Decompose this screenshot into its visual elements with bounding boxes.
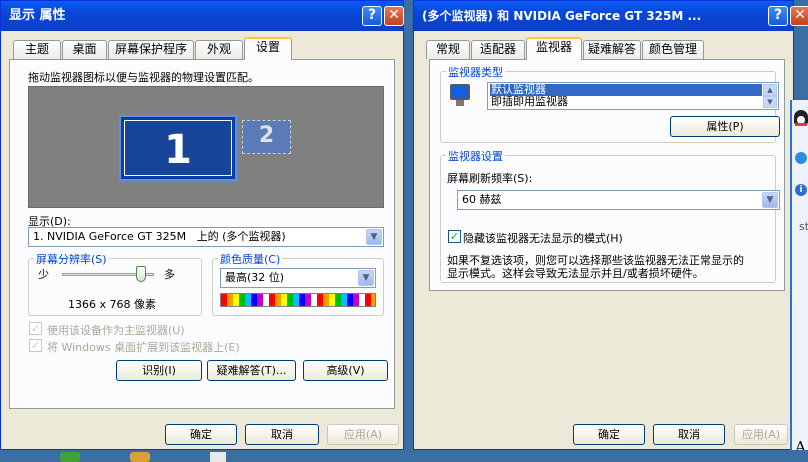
window-title[interactable]: (多个监视器) 和 NVIDIA GeForce GT 325M ... [414,1,793,31]
tab-themes[interactable]: 主题 [13,40,61,59]
side-panel: i st A [790,100,808,462]
refresh-rate-value: 60 赫兹 [462,193,502,206]
globe-icon[interactable] [795,152,807,164]
monitor-properties-window: (多个监视器) 和 NVIDIA GeForce GT 325M ... ? ✕… [413,0,808,450]
apply-button[interactable]: 应用(A) [327,424,399,445]
tab-color-management[interactable]: 颜色管理 [642,40,704,59]
desktop-icon[interactable] [60,452,80,462]
color-quality-value: 最高(32 位) [225,271,285,284]
desktop-icon[interactable] [130,452,150,462]
settings-panel: 拖动监视器图标以便与监视器的物理设置匹配。 1 2 显示(D): 1. NVID… [9,59,395,409]
apply-button[interactable]: 应用(A) [734,424,788,445]
chevron-down-icon[interactable]: ▼ [762,192,778,208]
tab-appearance[interactable]: 外观 [195,40,243,59]
chevron-down-icon[interactable]: ▼ [358,270,374,286]
monitor-type-group-title: 监视器类型 [446,64,505,80]
taskbar-strip [0,450,808,462]
primary-monitor-label: 使用该设备作为主监视器(U) [47,324,185,337]
display-select-value: 1. NVIDIA GeForce GT 325M 上的 (多个监视器) [33,230,286,243]
help-button[interactable]: ? [768,6,788,26]
extend-desktop-label: 将 Windows 桌面扩展到该监视器上(E) [47,341,240,354]
scroll-down-button[interactable]: ▼ [763,96,777,108]
refresh-rate-select[interactable]: 60 赫兹 ▼ [457,190,780,210]
properties-button[interactable]: 属性(P) [670,116,780,137]
tab-desktop[interactable]: 桌面 [62,40,107,59]
resolution-slider-thumb[interactable] [136,266,146,282]
monitor-type-list[interactable]: 默认监视器 即插即用监视器 ▲ ▼ [487,82,779,110]
help-button[interactable]: ? [362,6,382,26]
more-label: 多 [164,268,175,281]
display-select[interactable]: 1. NVIDIA GeForce GT 325M 上的 (多个监视器) ▼ [28,227,384,247]
monitor-2-number: 2 [258,123,275,148]
tab-troubleshoot[interactable]: 疑难解答 [583,40,641,59]
tab-monitor[interactable]: 监视器 [526,37,582,60]
list-item[interactable]: 即插即用监视器 [490,96,762,108]
color-quality-group-title: 颜色质量(C) [218,251,283,267]
identify-button[interactable]: 识别(I) [116,360,202,381]
monitor-2[interactable]: 2 [242,120,291,154]
hide-modes-label: 隐藏该监视器无法显示的模式(H) [463,232,623,245]
hide-modes-checkbox[interactable]: ✓ [448,230,461,243]
primary-monitor-checkbox[interactable]: ✓ [29,322,42,335]
tab-adapter[interactable]: 适配器 [471,40,525,59]
troubleshoot-button[interactable]: 疑难解答(T)... [207,360,296,381]
ok-button[interactable]: 确定 [165,424,237,445]
tab-screensaver[interactable]: 屏幕保护程序 [108,40,194,59]
cancel-button[interactable]: 取消 [245,424,319,445]
monitor-icon [450,84,470,106]
chevron-down-icon[interactable]: ▼ [366,229,382,245]
scroll-up-button[interactable]: ▲ [763,84,777,96]
window-title[interactable]: 显示 属性 [1,1,403,31]
hide-modes-description-2: 显示模式。这样会导致无法显示并且/或者损坏硬件。 [447,267,704,280]
desktop-icon[interactable] [210,452,226,462]
side-text-st: st [799,220,808,233]
refresh-rate-label: 屏幕刷新频率(S): [447,172,533,185]
monitor-arrangement[interactable]: 1 2 [28,86,384,208]
display-properties-window: 显示 属性 ? ✕ 主题 桌面 屏幕保护程序 外观 设置 拖动监视器图标以便与监… [0,0,404,450]
close-button[interactable]: ✕ [384,6,404,26]
resolution-value: 1366 x 768 像素 [68,298,156,311]
close-button[interactable]: ✕ [790,6,808,26]
info-icon[interactable]: i [795,184,807,196]
ok-button[interactable]: 确定 [573,424,645,445]
color-spectrum-bar [220,293,376,307]
cancel-button[interactable]: 取消 [653,424,725,445]
tab-settings[interactable]: 设置 [244,37,292,60]
resolution-group-title: 屏幕分辨率(S) [34,251,109,267]
color-quality-select[interactable]: 最高(32 位) ▼ [220,268,376,288]
tab-general[interactable]: 常规 [426,40,470,59]
monitor-1[interactable]: 1 [119,115,237,181]
advanced-button[interactable]: 高级(V) [303,360,388,381]
monitor-1-number: 1 [164,127,192,173]
less-label: 少 [38,268,49,281]
monitor-panel: 监视器类型 默认监视器 即插即用监视器 ▲ ▼ 属性(P) 监视器设置 屏幕刷新… [429,59,785,291]
monitor-settings-group-title: 监视器设置 [446,148,505,164]
extend-desktop-checkbox[interactable]: ✓ [29,339,42,352]
instruction-text: 拖动监视器图标以便与监视器的物理设置匹配。 [28,71,259,84]
qq-penguin-icon[interactable] [794,110,808,126]
